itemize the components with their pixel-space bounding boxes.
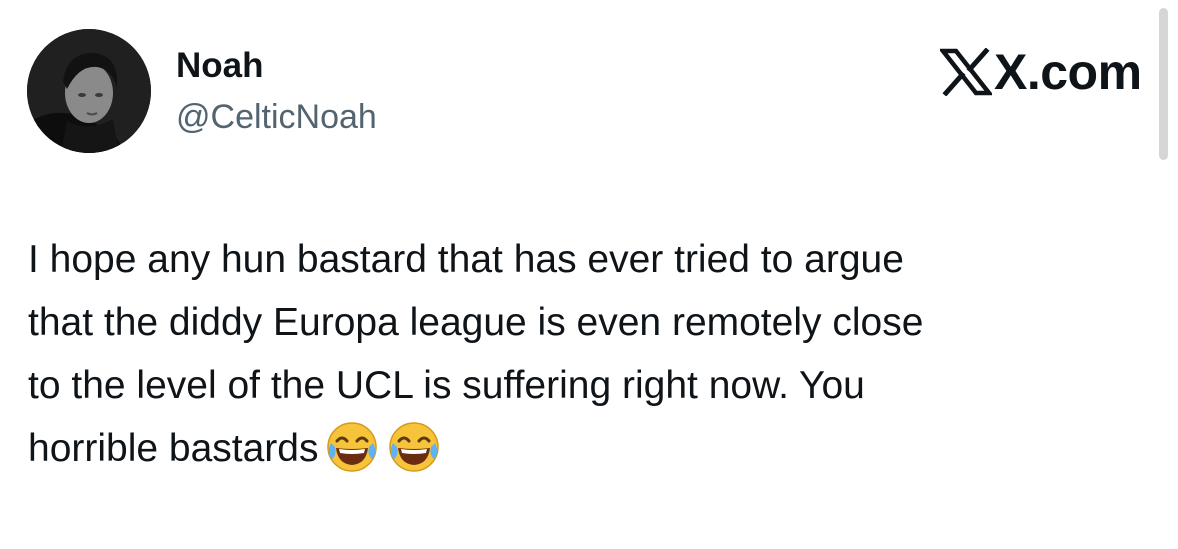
- tweet-text: I hope any hun bastard that has ever tri…: [28, 228, 1148, 480]
- face-with-tears-of-joy-icon: [324, 419, 380, 475]
- tweet-line: I hope any hun bastard that has ever tri…: [28, 238, 904, 281]
- author-display-name[interactable]: Noah: [176, 46, 264, 86]
- x-logo-icon: [938, 47, 994, 97]
- x-brand-link[interactable]: X.com: [938, 44, 1142, 100]
- tweet-line: to the level of the UCL is suffering rig…: [28, 364, 865, 407]
- scrollbar[interactable]: [1159, 8, 1168, 160]
- brand-label: X.com: [994, 44, 1142, 100]
- tweet-line: that the diddy Europa league is even rem…: [28, 301, 924, 344]
- author-handle[interactable]: @CelticNoah: [176, 97, 377, 137]
- tweet-line: horrible bastards: [28, 427, 319, 470]
- face-with-tears-of-joy-icon: [386, 419, 442, 475]
- avatar-photo: [27, 29, 151, 153]
- tweet-last-line: horrible bastards: [28, 417, 1148, 480]
- avatar[interactable]: [27, 29, 151, 153]
